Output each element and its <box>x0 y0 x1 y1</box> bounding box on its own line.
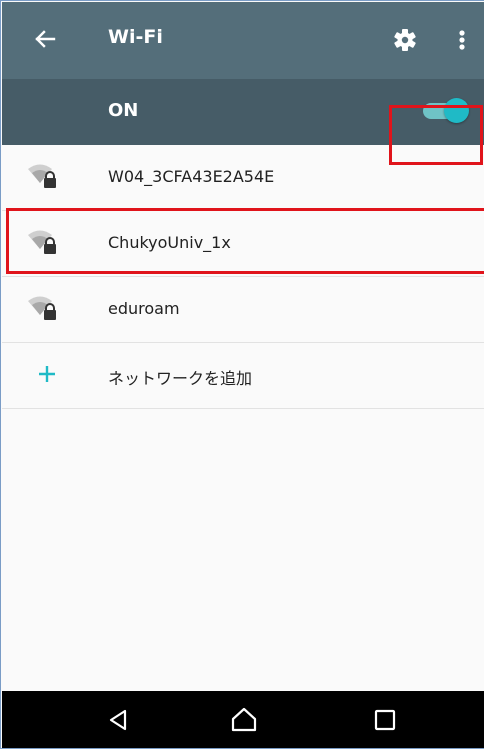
more-vert-icon[interactable] <box>452 25 472 55</box>
gear-icon[interactable] <box>390 25 420 55</box>
page-title: Wi-Fi <box>108 26 163 48</box>
network-highlight-box <box>6 208 484 274</box>
wifi-lock-icon <box>26 163 60 193</box>
system-nav-bar <box>2 691 484 748</box>
arrow-back-icon[interactable] <box>30 24 60 54</box>
wifi-lock-icon <box>26 295 60 325</box>
network-item-eduroam[interactable]: eduroam <box>2 277 484 343</box>
nav-back-icon[interactable] <box>98 702 138 738</box>
app-toolbar: Wi-Fi <box>2 2 484 79</box>
switch-state-label: ON <box>108 100 139 121</box>
plus-icon <box>32 359 62 389</box>
toggle-highlight-box <box>389 105 483 165</box>
network-ssid: W04_3CFA43E2A54E <box>108 167 275 186</box>
nav-recents-icon[interactable] <box>365 702 405 738</box>
network-ssid: eduroam <box>108 299 180 318</box>
nav-home-icon[interactable] <box>224 702 264 738</box>
add-network-label: ネットワークを追加 <box>108 369 253 388</box>
add-network-button[interactable]: ネットワークを追加 <box>2 343 484 409</box>
wifi-settings-screen: Wi-Fi ON W04_3CFA43E2A54E ChukyoUniv_1x … <box>0 0 484 749</box>
